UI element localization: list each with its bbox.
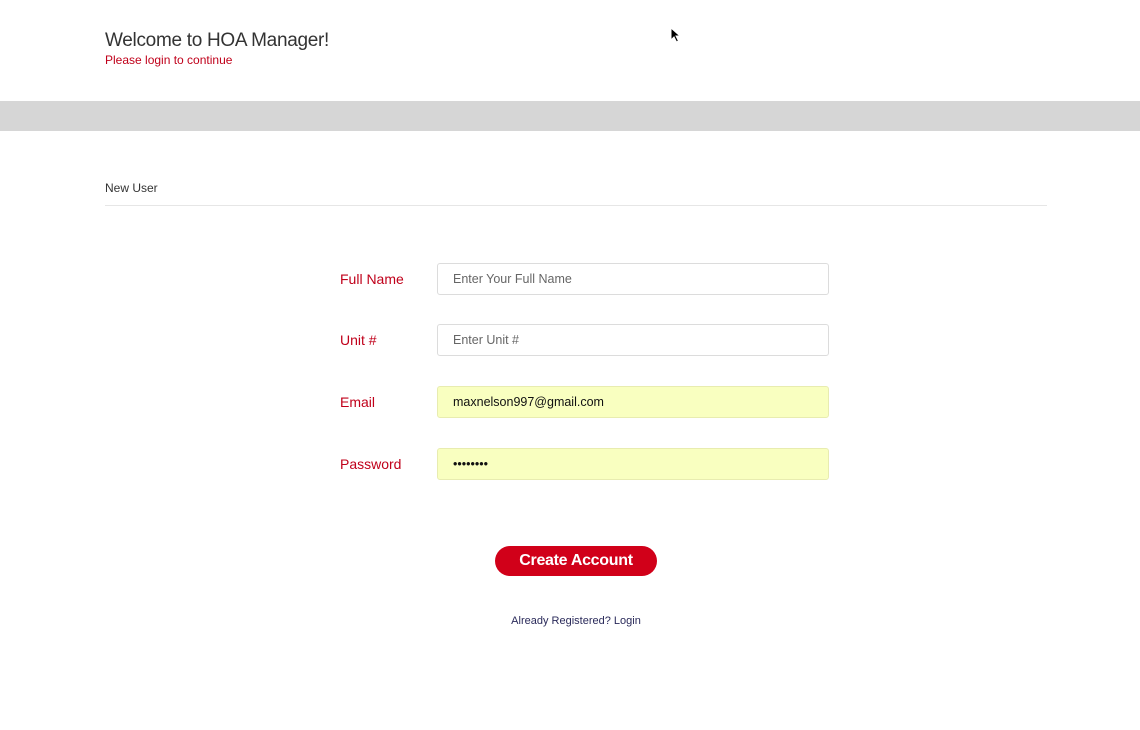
email-input[interactable] [437,386,829,418]
unit-input[interactable] [437,324,829,356]
email-row: Email [340,386,830,418]
page-header: Welcome to HOA Manager! Please login to … [105,30,329,67]
unit-label: Unit # [340,332,377,348]
email-label: Email [340,394,376,410]
password-label: Password [340,456,402,472]
password-input[interactable] [437,448,829,480]
full-name-row: Full Name [340,263,830,295]
mouse-pointer-icon [670,27,682,43]
page-subtitle: Please login to continue [105,53,233,67]
full-name-label: Full Name [340,271,404,287]
section-heading: New User [105,181,158,195]
header-bar [0,101,1140,131]
create-account-button[interactable]: Create Account [495,546,657,576]
login-link[interactable]: Already Registered? Login [0,615,1140,627]
password-row: Password [340,448,830,480]
unit-row: Unit # [340,324,830,356]
page-title: Welcome to HOA Manager! [105,30,330,51]
full-name-input[interactable] [437,263,829,295]
section-divider [105,205,1047,206]
